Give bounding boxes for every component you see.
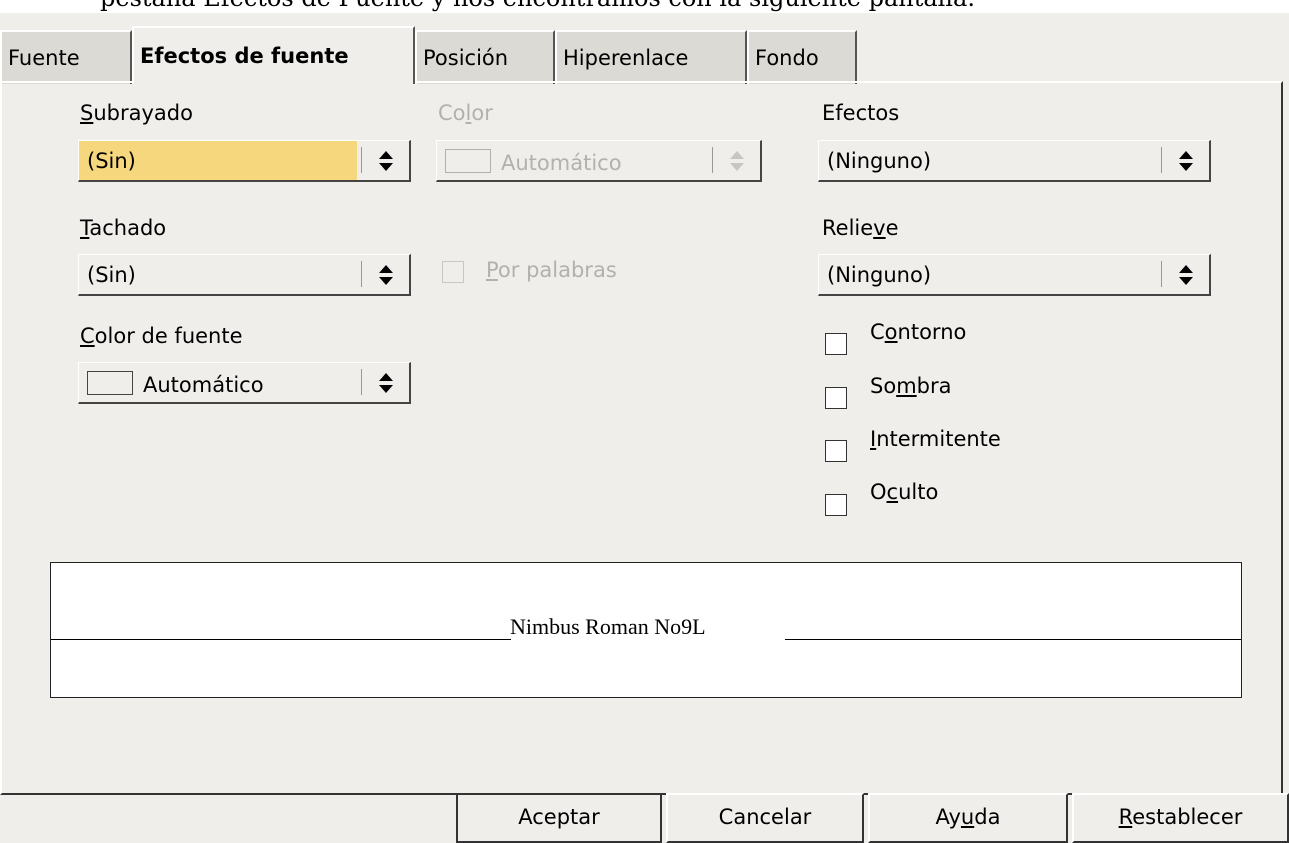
relief-label: Relieve [822, 216, 899, 240]
underline-label: Subrayado [80, 101, 193, 125]
relief-value: (Ninguno) [827, 263, 932, 287]
hidden-label: Oculto [870, 480, 939, 504]
shadow-checkbox[interactable] [825, 387, 847, 409]
font-dialog: Fuente Efectos de fuente Posición Hipere… [0, 13, 1289, 843]
strike-select[interactable]: (Sin) [78, 254, 411, 296]
color-swatch [87, 371, 133, 395]
strike-value: (Sin) [87, 263, 136, 287]
color-swatch [445, 149, 491, 173]
font-color-label-rest: olor de fuente [94, 324, 243, 348]
strike-label: Tachado [80, 216, 167, 240]
cancel-button[interactable]: Cancelar [666, 793, 864, 843]
underline-label-rest: ubrayado [93, 101, 193, 125]
effects-label: Efectos [822, 101, 900, 125]
preview-baseline-left [51, 639, 511, 640]
select-separator [712, 147, 716, 173]
document-text: pestaña Efectos de Fuente y nos encontra… [100, 0, 975, 12]
underline-select[interactable]: (Sin) [78, 140, 411, 182]
updown-arrow-icon [379, 373, 393, 393]
preview-text: Nimbus Roman No9L [510, 614, 706, 639]
font-color-value: Automático [143, 373, 264, 397]
updown-arrow-icon [1179, 151, 1193, 171]
ok-button[interactable]: Aceptar [456, 793, 662, 843]
by-words-label: Por palabras [486, 258, 617, 282]
blinking-label: Intermitente [870, 427, 1001, 451]
help-button[interactable]: Ayuda [868, 793, 1068, 843]
color-label: Color [438, 101, 493, 125]
tab-posicion[interactable]: Posición [415, 30, 555, 84]
select-separator [1161, 147, 1165, 173]
tab-fondo[interactable]: Fondo [747, 30, 857, 84]
relief-select[interactable]: (Ninguno) [818, 254, 1211, 296]
reset-button[interactable]: Restablecer [1072, 793, 1289, 843]
updown-arrow-icon [379, 151, 393, 171]
color-value-wrap: Automático [445, 149, 622, 175]
shadow-label: Sombra [870, 374, 952, 398]
font-color-select[interactable]: Automático [78, 362, 411, 404]
strike-label-rest: achado [89, 216, 167, 240]
select-separator [361, 261, 365, 287]
by-words-checkbox[interactable] [442, 261, 464, 283]
updown-arrow-icon [1179, 265, 1193, 285]
tab-efectos-de-fuente[interactable]: Efectos de fuente [132, 26, 415, 84]
effects-select[interactable]: (Ninguno) [818, 140, 1211, 182]
select-separator [361, 147, 365, 173]
contour-checkbox[interactable] [825, 333, 847, 355]
color-select[interactable]: Automático [436, 140, 762, 182]
updown-arrow-icon [730, 151, 744, 171]
tab-hiperenlace[interactable]: Hiperenlace [555, 30, 747, 84]
blinking-checkbox[interactable] [825, 440, 847, 462]
contour-label: Contorno [870, 320, 967, 344]
document-text-strip: pestaña Efectos de Fuente y nos encontra… [0, 0, 1289, 13]
underline-value: (Sin) [87, 149, 136, 173]
updown-arrow-icon [379, 265, 393, 285]
color-value: Automático [501, 151, 622, 175]
font-color-label: Color de fuente [80, 324, 243, 348]
effects-value: (Ninguno) [827, 149, 932, 173]
font-color-value-wrap: Automático [87, 371, 264, 397]
hidden-checkbox[interactable] [825, 494, 847, 516]
preview-baseline-right [785, 639, 1241, 640]
select-separator [1161, 261, 1165, 287]
font-preview: Nimbus Roman No9L [50, 562, 1242, 698]
tab-fuente[interactable]: Fuente [0, 30, 132, 84]
select-separator [361, 369, 365, 395]
